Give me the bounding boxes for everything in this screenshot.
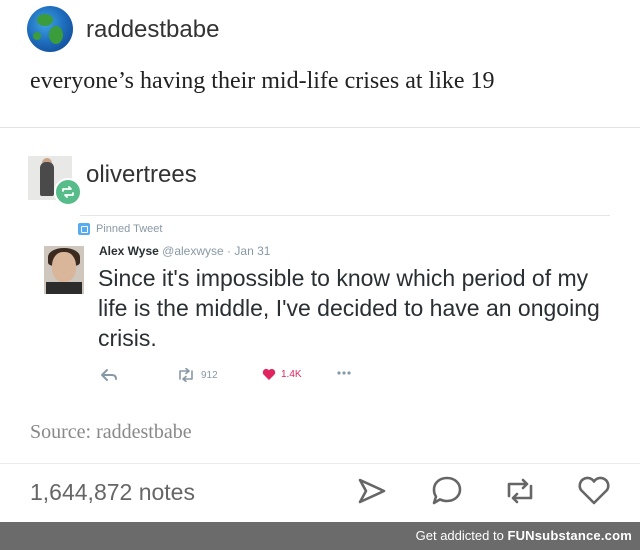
pinned-text: Pinned Tweet: [96, 223, 163, 235]
watermark-prefix: Get addicted to: [415, 528, 504, 543]
notes-count[interactable]: 1,644,872 notes: [30, 479, 195, 506]
tweet-date[interactable]: Jan 31: [234, 244, 270, 258]
retweet-button[interactable]: 912: [176, 368, 218, 382]
reply-arrow-icon: [101, 369, 117, 381]
tweet-actions: 912 1.4K: [100, 368, 380, 386]
tweet-text: Since it's impossible to know which peri…: [98, 265, 600, 351]
post-username[interactable]: raddestbabe: [86, 16, 219, 44]
like-button[interactable]: 1.4K: [262, 368, 302, 381]
reply-button[interactable]: [100, 368, 118, 382]
retweet-count: 912: [201, 369, 218, 381]
reblog-icon[interactable]: [503, 476, 537, 506]
retweet-icon: [179, 368, 193, 382]
tweet-handle[interactable]: @alexwyse: [162, 244, 224, 258]
divider: [0, 463, 640, 464]
like-count: 1.4K: [281, 369, 302, 380]
heart-icon: [262, 368, 276, 380]
globe-avatar[interactable]: [27, 6, 73, 52]
reply-icon[interactable]: [430, 475, 464, 507]
post-source[interactable]: Source: raddestbabe: [30, 421, 192, 444]
reblogger-username[interactable]: olivertrees: [86, 161, 197, 189]
share-icon[interactable]: [356, 476, 388, 506]
pin-icon: [78, 223, 90, 235]
tweet-author-name[interactable]: Alex Wyse: [99, 244, 159, 258]
tweet-separator: ·: [227, 244, 232, 258]
pinned-tweet-label: Pinned Tweet: [78, 223, 162, 235]
original-post: raddestbabe everyone’s having their mid-…: [0, 0, 640, 127]
like-icon[interactable]: [576, 475, 612, 507]
divider: [0, 127, 640, 128]
more-dots-icon: [337, 371, 351, 375]
reblog-badge-icon: [54, 178, 82, 206]
divider: [80, 215, 610, 216]
tweet-author-avatar[interactable]: [44, 246, 84, 294]
tweet-header: Alex Wyse @alexwyse · Jan 31: [99, 244, 270, 258]
watermark-brand: FUNsubstance.com: [507, 528, 632, 543]
post-text: everyone’s having their mid-life crises …: [30, 68, 495, 94]
watermark-bar: Get addicted to FUNsubstance.com: [0, 522, 640, 550]
more-button[interactable]: [336, 368, 352, 378]
